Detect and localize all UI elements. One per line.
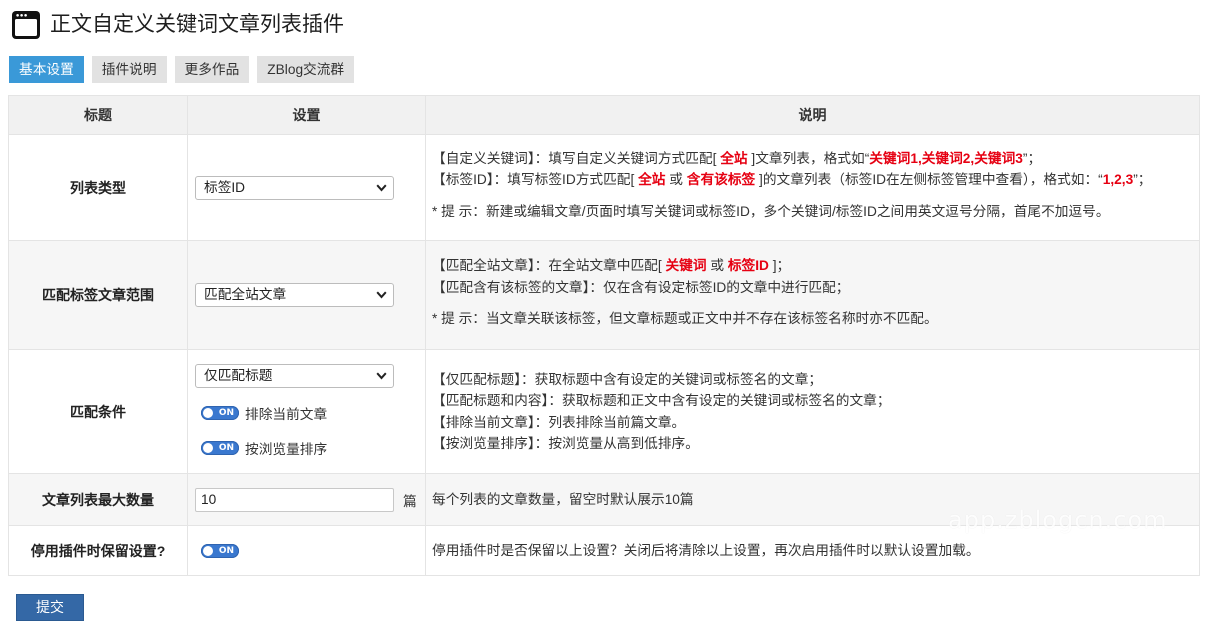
description-line: 【匹配全站文章】：在全站文章中匹配[ 关键词 或 标签ID ]； [432, 255, 1199, 277]
column-header-description: 说明 [425, 95, 1200, 135]
tab-plugin-guide[interactable]: 插件说明 [91, 56, 167, 83]
column-header-setting: 设置 [187, 95, 426, 135]
setting-cell: 篇 [187, 473, 426, 526]
description-cell: 【仅匹配标题】：获取标题中含有设定的关键词或标签名的文章； 【匹配标题和内容】：… [425, 349, 1200, 474]
highlight-text: 含有该标签 [686, 172, 756, 188]
description-text: 【标签ID】：填写标签ID方式匹配[ [432, 172, 639, 188]
description-text: 【匹配全站文章】：在全站文章中匹配[ [432, 258, 666, 274]
setting-cell: 标签ID [187, 134, 426, 241]
max-count-field: 篇 [195, 487, 425, 512]
highlight-text: 1,2,3 [1102, 172, 1134, 188]
setting-cell: 匹配全站文章 [187, 240, 426, 350]
description-line: 【排除当前文章】：列表排除当前篇文章。 [432, 414, 686, 430]
exclude-current-toggle[interactable]: ON [201, 406, 239, 420]
tab-zblog-group[interactable]: ZBlog交流群 [257, 56, 355, 83]
description-line: 【匹配含有该标签的文章】：仅在含有设定标签ID的文章中进行匹配； [432, 279, 850, 295]
chevron-down-icon [376, 372, 387, 380]
select-value: 匹配全站文章 [204, 287, 287, 302]
description-text: ]的文章列表（标签ID在左侧标签管理中查看），格式如：“ [755, 172, 1103, 188]
match-condition-select[interactable]: 仅匹配标题 [195, 364, 394, 388]
description-line: 【标签ID】：填写标签ID方式匹配[ 全站 或 含有该标签 ]的文章列表（标签I… [432, 169, 1199, 191]
description-text: 【自定义关键词】：填写自定义关键词方式匹配[ [432, 150, 721, 166]
description-cell: 每个列表的文章数量，留空时默认展示10篇 [425, 473, 1200, 526]
sort-by-views-toggle[interactable]: ON [201, 441, 239, 455]
unit-label: 篇 [403, 493, 417, 509]
row-label: 匹配标签文章范围 [8, 240, 188, 350]
hint-line: * 提 示：新建或编辑文章/页面时填写关键词或标签ID，多个关键词/标签ID之间… [432, 203, 1110, 219]
tab-basic-settings[interactable]: 基本设置 [9, 56, 84, 83]
hint-line: * 提 示：当文章关联该标签，但文章标题或正文中并不存在该标签名称时亦不匹配。 [432, 311, 938, 327]
description-line: 【匹配标题和内容】：获取标题和正文中含有设定的关键词或标签名的文章； [432, 393, 891, 408]
table-row: 匹配条件 仅匹配标题 ON 排除当前文章 ON 按浏览量排序 【仅匹配标题】：获… [8, 349, 1200, 474]
toggle-label: 排除当前文章 [245, 407, 328, 422]
description-cell: 【自定义关键词】：填写自定义关键词方式匹配[ 全站 ]文章列表，格式如“关键词1… [425, 134, 1200, 241]
chevron-down-icon [376, 291, 387, 299]
toggle-knob [203, 408, 213, 418]
description-text: 或 [706, 258, 728, 274]
toggle-state: ON [218, 443, 234, 453]
select-value: 仅匹配标题 [204, 368, 273, 383]
description-text: ]； [768, 258, 791, 274]
highlight-text: 标签ID [727, 258, 769, 274]
description-text: ]文章列表，格式如“ [747, 150, 870, 166]
chevron-down-icon [376, 184, 387, 191]
toggle-label: 按浏览量排序 [245, 442, 328, 457]
submit-button[interactable]: 提交 [16, 594, 84, 621]
description-text: ”； [1022, 150, 1042, 166]
highlight-text: 全站 [638, 172, 666, 188]
table-row: 文章列表最大数量 篇 每个列表的文章数量，留空时默认展示10篇 [8, 473, 1200, 526]
row-label: 列表类型 [8, 134, 188, 241]
toggle-state: ON [218, 545, 234, 556]
description-text: ”； [1133, 172, 1152, 188]
highlight-text: 关键词1,关键词2,关键词3 [869, 150, 1023, 166]
exclude-current-toggle-row: ON 排除当前文章 [201, 402, 425, 424]
highlight-text: 关键词 [665, 258, 707, 274]
keep-settings-toggle[interactable]: ON [201, 543, 239, 558]
row-label: 停用插件时保留设置? [8, 525, 188, 576]
keep-settings-toggle-row: ON [201, 540, 425, 562]
settings-table: 标题 设置 说明 列表类型 标签ID 【自定义关键词】：填写自定义关键词方式匹配… [8, 95, 1200, 576]
description-line: 【按浏览量排序】：按浏览量从高到低排序。 [432, 436, 699, 451]
description-line: 【自定义关键词】：填写自定义关键词方式匹配[ 全站 ]文章列表，格式如“关键词1… [432, 148, 1199, 170]
match-scope-select[interactable]: 匹配全站文章 [195, 283, 394, 307]
description-line: 每个列表的文章数量，留空时默认展示10篇 [432, 491, 694, 507]
description-text: 或 [665, 172, 687, 188]
table-row: 停用插件时保留设置? ON 停用插件时是否保留以上设置？关闭后将清除以上设置，再… [8, 525, 1200, 576]
tab-more-works[interactable]: 更多作品 [174, 56, 250, 83]
page-title: 正文自定义关键词文章列表插件 [50, 13, 344, 36]
description-line: 【仅匹配标题】：获取标题中含有设定的关键词或标签名的文章； [432, 371, 823, 387]
row-label: 文章列表最大数量 [8, 473, 188, 526]
select-value: 标签ID [204, 179, 246, 195]
highlight-text: 全站 [720, 150, 748, 166]
setting-cell: ON [187, 525, 426, 576]
description-cell: 【匹配全站文章】：在全站文章中匹配[ 关键词 或 标签ID ]； 【匹配含有该标… [425, 240, 1200, 350]
table-header-row: 标题 设置 说明 [8, 95, 1200, 135]
max-count-input[interactable] [195, 487, 394, 512]
sort-by-views-toggle-row: ON 按浏览量排序 [201, 437, 425, 459]
table-row: 匹配标签文章范围 匹配全站文章 【匹配全站文章】：在全站文章中匹配[ 关键词 或… [8, 240, 1200, 350]
row-label: 匹配条件 [8, 349, 188, 474]
table-row: 列表类型 标签ID 【自定义关键词】：填写自定义关键词方式匹配[ 全站 ]文章列… [8, 134, 1200, 241]
description-line: 停用插件时是否保留以上设置？关闭后将清除以上设置，再次启用插件时以默认设置加载。 [432, 542, 980, 558]
column-header-title: 标题 [8, 95, 188, 135]
list-type-select[interactable]: 标签ID [195, 175, 394, 200]
toggle-knob [203, 545, 213, 556]
window-icon [12, 11, 40, 39]
setting-cell: 仅匹配标题 ON 排除当前文章 ON 按浏览量排序 [187, 349, 426, 474]
tab-bar: 基本设置 插件说明 更多作品 ZBlog交流群 [9, 56, 362, 83]
toggle-state: ON [218, 408, 234, 418]
description-cell: 停用插件时是否保留以上设置？关闭后将清除以上设置，再次启用插件时以默认设置加载。 [425, 525, 1200, 576]
toggle-knob [203, 443, 213, 453]
